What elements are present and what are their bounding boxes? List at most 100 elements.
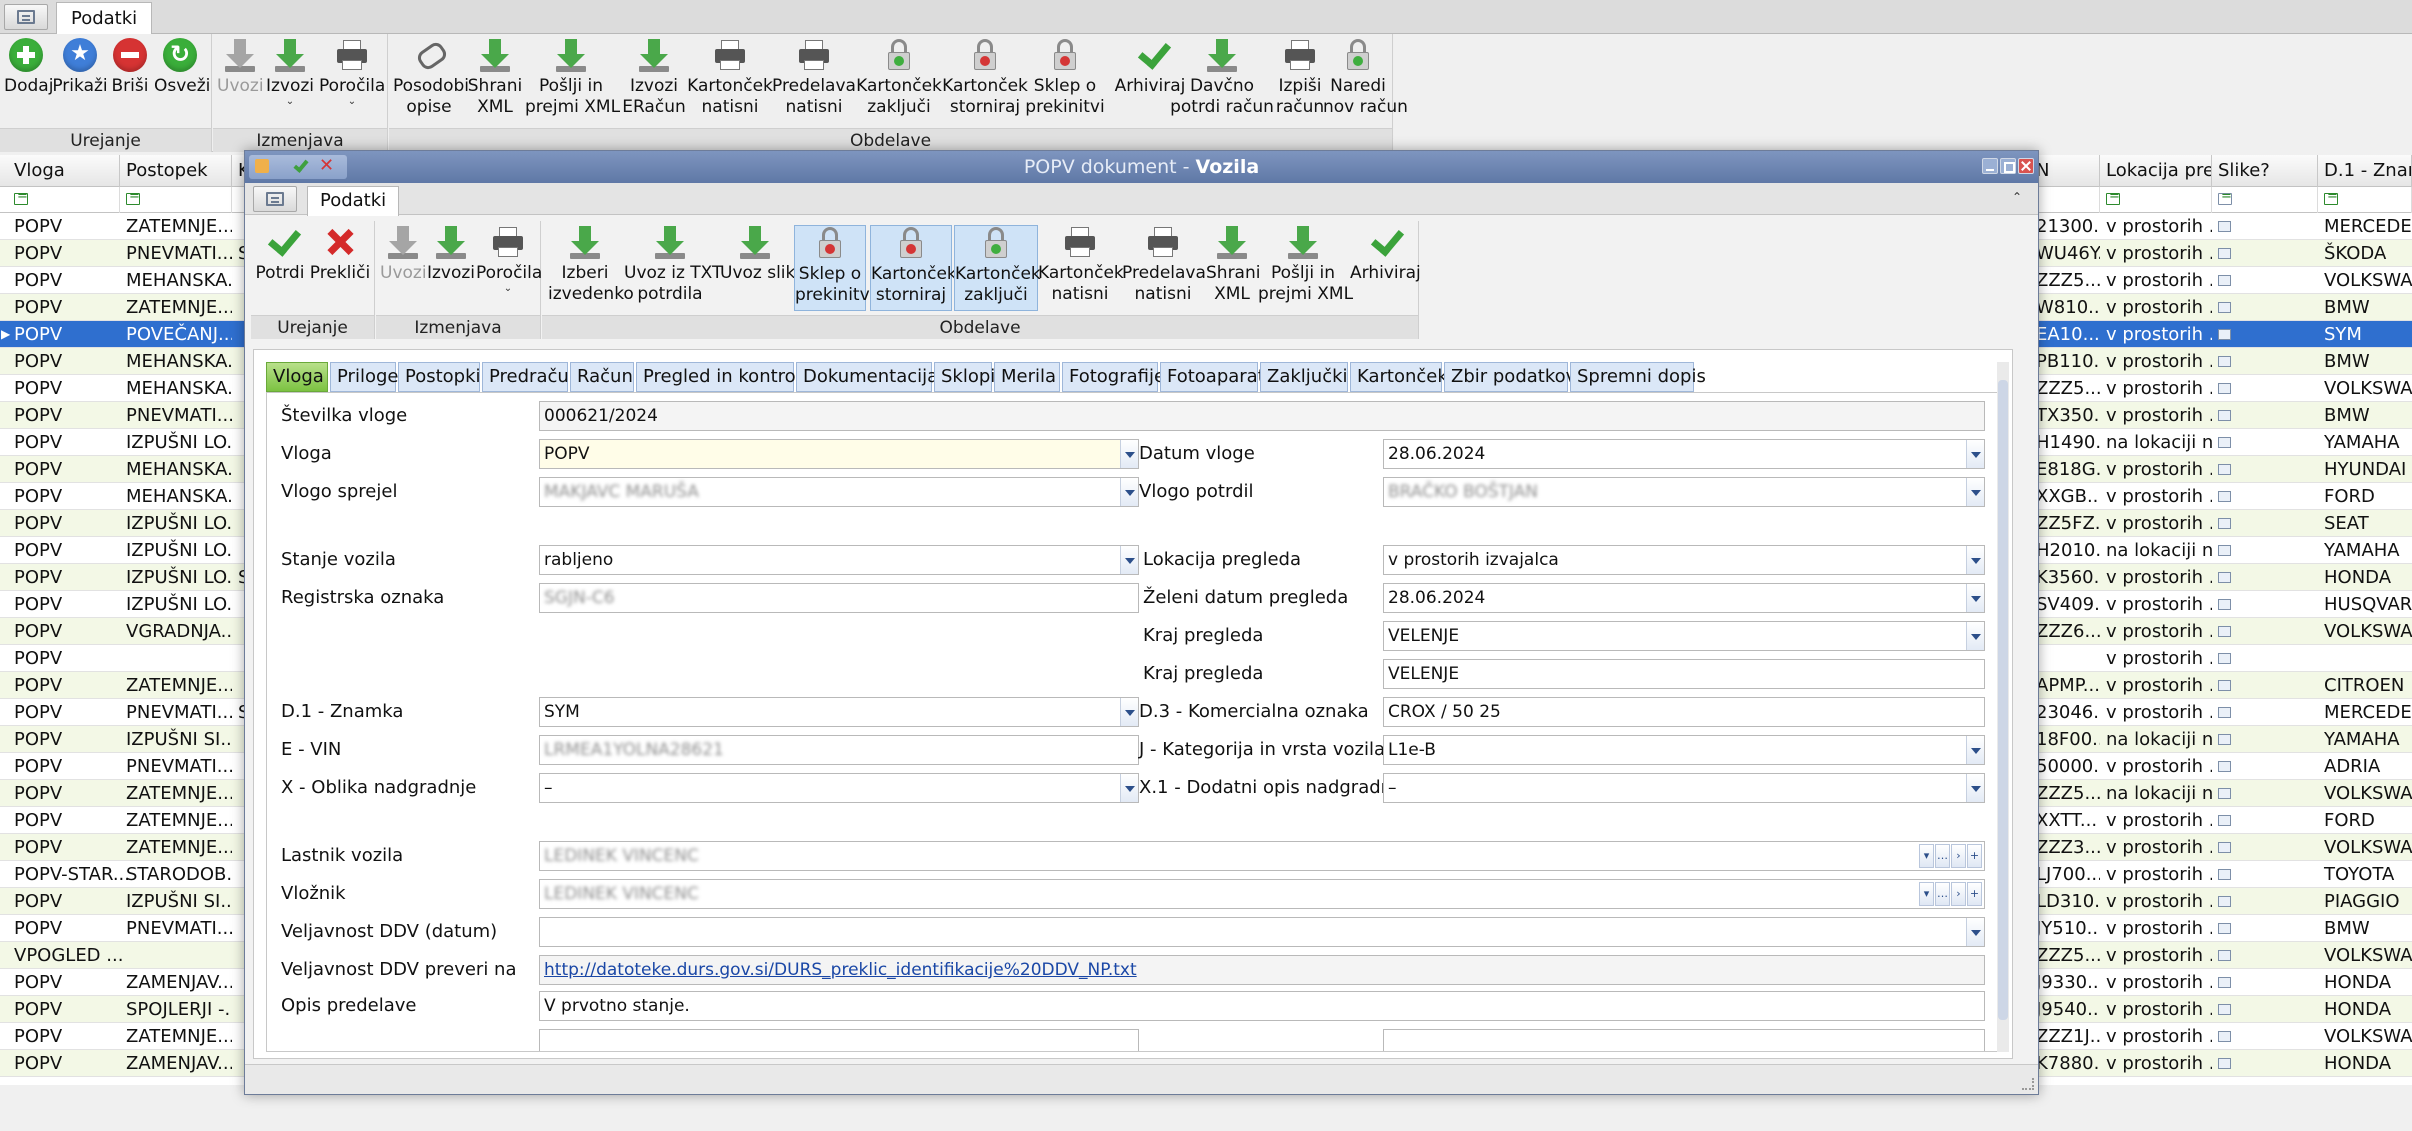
kraj-pregleda-select[interactable]: VELENJE (1383, 621, 1985, 651)
form-tab[interactable]: Vloga (266, 362, 328, 392)
form-tab[interactable]: Fotoaparat (1160, 362, 1265, 392)
dialog-poslji-prejmi-xml-button[interactable]: Pošlji in prejmi XML (1258, 225, 1353, 305)
prikazi-button[interactable]: ★ Prikaži (52, 38, 108, 97)
column-header-znamka[interactable]: D.1 - Znamka (2318, 155, 2412, 187)
dialog-izvozi-button[interactable]: Izvozi (426, 225, 476, 284)
chevron-down-icon[interactable] (1966, 546, 1984, 574)
chevron-down-icon[interactable] (1120, 698, 1138, 726)
column-header-postopek[interactable]: Postopek (120, 155, 232, 187)
filter-cell[interactable] (120, 187, 232, 213)
calendar-dropdown-icon[interactable] (1966, 918, 1984, 946)
more-icon[interactable]: … (1935, 844, 1950, 868)
znamka-select[interactable]: SYM (539, 697, 1139, 727)
filter-cell[interactable] (2212, 187, 2318, 213)
chevron-down-icon[interactable] (1120, 774, 1138, 802)
potrdi-button[interactable]: Potrdi (253, 225, 307, 284)
next-row-field[interactable] (539, 1029, 1139, 1051)
form-tab[interactable]: Postopki (398, 362, 481, 392)
column-header-n[interactable]: N (2030, 155, 2100, 187)
datum-vloge-field[interactable]: 28.06.2024 (1383, 439, 1985, 469)
form-tab[interactable]: Zaključki (1260, 362, 1348, 392)
davcno-potrdi-racun-button[interactable]: Davčno potrdi račun (1169, 38, 1275, 118)
dialog-menu-button[interactable] (253, 186, 297, 212)
uvoz-txt-potrdila-button[interactable]: Uvoz iz TXT potrdila (624, 225, 722, 305)
form-tab[interactable]: Priloge (330, 362, 398, 392)
chevron-down-icon[interactable] (1966, 774, 1984, 802)
zeleni-datum-field[interactable]: 28.06.2024 (1383, 583, 1985, 613)
dialog-predelava-natisni-button[interactable]: Predelava natisni (1122, 225, 1206, 305)
filter-cell[interactable] (0, 187, 120, 213)
kartoncek-storniraj-button[interactable]: Kartonček storniraj (941, 38, 1029, 118)
form-tab[interactable]: Pregled in kontrola (636, 362, 812, 392)
calendar-dropdown-icon[interactable] (1966, 584, 1984, 612)
lastnik-vozila-field[interactable]: LEDINEK VINCENC ▾… › + (539, 841, 1985, 871)
resize-grip-icon[interactable] (2022, 1078, 2034, 1090)
izvozi-eracun-button[interactable]: Izvozi ERačun (621, 38, 687, 118)
column-header-slike[interactable]: Slike? (2212, 155, 2318, 187)
chevron-right-icon[interactable]: › (1951, 882, 1966, 906)
chevron-down-icon[interactable]: ▾ (1919, 882, 1934, 906)
dialog-kartoncek-storniraj-button[interactable]: Kartonček storniraj (870, 225, 957, 311)
form-tab[interactable]: Dokumentacija (796, 362, 938, 392)
izpisi-racun-button[interactable]: Izpiši račun (1273, 38, 1327, 118)
ddv-preveri-link[interactable]: http://datoteke.durs.gov.si/DURS_preklic… (544, 960, 1137, 980)
chevron-down-icon[interactable]: ▾ (1919, 844, 1934, 868)
add-icon[interactable]: + (1967, 844, 1982, 868)
lokacija-pregleda-select[interactable]: v prostorih izvajalca (1383, 545, 1985, 575)
predelava-natisni-button[interactable]: Predelava natisni (771, 38, 857, 118)
vlogo-potrdil-select[interactable]: BRAČKO BOŠTJAN (1383, 477, 1985, 507)
tab-podatki[interactable]: Podatki (56, 2, 153, 35)
dialog-titlebar[interactable]: ✕ POPV dokument - Vozila (245, 151, 2038, 183)
vloga-select[interactable]: POPV (539, 439, 1139, 469)
form-tab[interactable]: Merila (994, 362, 1060, 392)
posodobi-opise-button[interactable]: Posodobi opise (393, 38, 469, 118)
next-row-field-right[interactable] (1383, 1029, 1985, 1051)
dialog-shrani-xml-button[interactable]: Shrani XML (1206, 225, 1260, 305)
minimize-icon[interactable] (1982, 158, 1998, 174)
form-tab[interactable]: Spremni dopis (1570, 362, 1706, 392)
scrollbar-thumb[interactable] (1998, 380, 2008, 1020)
form-tab[interactable]: Račun (570, 362, 634, 392)
porocila-button[interactable]: Poročila ⌄ (319, 38, 385, 107)
dodaj-button[interactable]: Dodaj (4, 38, 53, 97)
filter-cell[interactable] (2318, 187, 2412, 213)
filter-cell[interactable] (2030, 187, 2100, 213)
chevron-down-icon[interactable] (1120, 440, 1138, 468)
naredi-nov-racun-button[interactable]: Naredi nov račun (1323, 38, 1408, 118)
add-icon[interactable]: + (1967, 882, 1982, 906)
close-icon[interactable] (2018, 158, 2034, 174)
komercialna-oznaka-field[interactable]: CROX / 50 25 (1383, 697, 1985, 727)
form-tab[interactable]: Kartonček (1350, 362, 1448, 392)
more-icon[interactable]: … (1935, 882, 1950, 906)
dialog-tab-podatki[interactable]: Podatki (307, 186, 400, 216)
kategorija-select[interactable]: L1e-B (1383, 735, 1985, 765)
maximize-icon[interactable] (2000, 158, 2016, 174)
filter-cell[interactable] (2100, 187, 2212, 213)
vin-field[interactable]: LRMEA1YOLNA28621 (539, 735, 1139, 765)
chevron-down-icon[interactable] (1966, 478, 1984, 506)
shrani-xml-button[interactable]: Shrani XML (467, 38, 523, 118)
column-header-lokacija[interactable]: Lokacija pre... (2100, 155, 2212, 187)
brisi-button[interactable]: Briši (110, 38, 150, 97)
form-tab[interactable]: Fotografije (1062, 362, 1165, 392)
dialog-arhiviraj-button[interactable]: Arhiviraj (1350, 225, 1421, 284)
osvezi-button[interactable]: ↻ Osveži (154, 38, 210, 97)
chevron-up-icon[interactable]: ⌃ (2012, 190, 2022, 204)
registrska-oznaka-field[interactable]: SGJN-C6 (539, 583, 1139, 613)
chevron-down-icon[interactable] (1966, 736, 1984, 764)
form-scrollbar[interactable] (1997, 362, 2009, 1052)
calendar-dropdown-icon[interactable] (1966, 440, 1984, 468)
kartoncek-zakljuci-button[interactable]: Kartonček zaključi (855, 38, 943, 118)
kartoncek-natisni-button[interactable]: Kartonček natisni (685, 38, 775, 118)
izvozi-button[interactable]: Izvozi ⌄ (265, 38, 315, 107)
dialog-uvozi-button[interactable]: Uvozi (380, 225, 427, 284)
column-header-vloga[interactable]: Vloga (0, 155, 120, 187)
izberi-izvedenko-button[interactable]: Izberi izvedenko (548, 225, 634, 305)
form-tab[interactable]: Sklopi (934, 362, 995, 392)
chevron-right-icon[interactable]: › (1951, 844, 1966, 868)
preklici-button[interactable]: Prekliči (309, 225, 371, 284)
app-menu-button[interactable] (4, 4, 48, 30)
vlogo-sprejel-select[interactable]: MAKJAVC MARUŠA (539, 477, 1139, 507)
form-tab[interactable]: Zbir podatkov (1444, 362, 1576, 392)
dialog-porocila-button[interactable]: Poročila ⌄ (476, 225, 542, 294)
